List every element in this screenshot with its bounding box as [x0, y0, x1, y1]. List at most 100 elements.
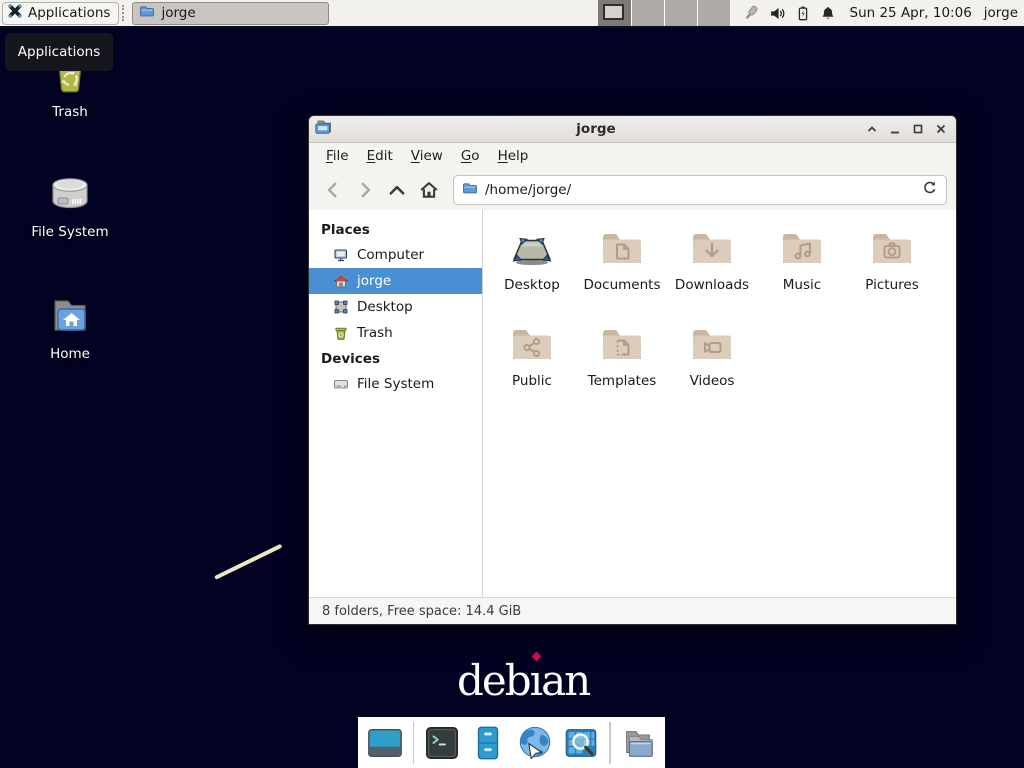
file-icon-view[interactable]: Desktop Documents	[483, 210, 956, 597]
desktop-icon-label: Home	[22, 346, 118, 362]
folder-label: Desktop	[487, 277, 577, 293]
taskbar-window-button[interactable]: jorge	[132, 2, 329, 25]
dock-separator	[413, 722, 415, 764]
desktop-icon-label: Trash	[22, 104, 118, 120]
pictures-folder-icon	[868, 224, 916, 272]
wallpaper-line-artifact	[214, 544, 282, 580]
panel-handle[interactable]	[122, 5, 126, 21]
close-button[interactable]	[929, 116, 952, 142]
desktop-icon-home[interactable]: Home	[22, 292, 118, 362]
show-desktop-button[interactable]	[366, 723, 405, 763]
xfce-logo-icon	[7, 3, 23, 23]
application-finder-launcher[interactable]	[562, 723, 601, 763]
maximize-button[interactable]	[906, 116, 929, 142]
folder-label: Pictures	[847, 277, 937, 293]
menu-file[interactable]: File	[317, 143, 358, 169]
web-browser-launcher[interactable]	[516, 723, 555, 763]
public-folder-icon	[508, 320, 556, 368]
folders-icon	[619, 724, 657, 762]
workspace-1[interactable]	[598, 0, 631, 26]
folder-item-music[interactable]: Music	[757, 224, 847, 320]
folder-item-pictures[interactable]: Pictures	[847, 224, 937, 320]
menu-help[interactable]: Help	[489, 143, 538, 169]
notification-bell-icon[interactable]	[820, 5, 836, 22]
applications-tooltip: Applications	[5, 33, 113, 71]
top-panel: Applications jorge	[0, 0, 1024, 28]
taskbar-window-label: jorge	[161, 5, 195, 21]
panel-user-label[interactable]: jorge	[984, 5, 1018, 21]
sidebar-header-devices: Devices	[309, 346, 482, 371]
sidebar-item-desktop[interactable]: Desktop	[309, 294, 482, 320]
workspace-2[interactable]	[631, 0, 664, 26]
sidebar-item-label: Trash	[357, 325, 393, 341]
titlebar[interactable]: jorge	[309, 116, 956, 143]
folder-label: Videos	[667, 373, 757, 389]
terminal-launcher[interactable]	[422, 723, 461, 763]
workspace-window-preview	[603, 4, 624, 20]
workspace-switcher[interactable]	[598, 0, 730, 26]
templates-folder-icon	[598, 320, 646, 368]
workspace-4[interactable]	[697, 0, 730, 26]
menu-edit[interactable]: Edit	[358, 143, 402, 169]
sidebar-item-jorge[interactable]: jorge	[309, 268, 482, 294]
workspace-3[interactable]	[664, 0, 697, 26]
folder-label: Downloads	[667, 277, 757, 293]
sidebar-item-label: Computer	[357, 247, 424, 263]
minimize-button[interactable]	[883, 116, 906, 142]
sidebar-item-trash[interactable]: Trash	[309, 320, 482, 346]
folder-item-public[interactable]: Public	[487, 320, 577, 416]
applications-menu-button[interactable]: Applications	[2, 2, 119, 25]
home-button[interactable]	[414, 175, 443, 204]
dock-panel	[358, 717, 665, 768]
applications-menu-label: Applications	[28, 5, 110, 21]
sidebar: Places Computer	[309, 210, 483, 597]
sidebar-item-label: Desktop	[357, 299, 413, 315]
videos-folder-icon	[688, 320, 736, 368]
folder-item-templates[interactable]: Templates	[577, 320, 667, 416]
toolbar: /home/jorge/	[309, 169, 956, 210]
folder-item-desktop[interactable]: Desktop	[487, 224, 577, 320]
battery-charging-icon[interactable]	[795, 5, 811, 22]
folder-icon	[139, 3, 155, 23]
folder-item-videos[interactable]: Videos	[667, 320, 757, 416]
panel-clock[interactable]: Sun 25 Apr, 10:06	[850, 5, 972, 21]
desktop-icon-filesystem[interactable]: File System	[22, 170, 118, 240]
sidebar-item-computer[interactable]: Computer	[309, 242, 482, 268]
reload-button[interactable]	[922, 180, 938, 200]
shade-button[interactable]	[860, 116, 883, 142]
up-button[interactable]	[382, 175, 411, 204]
back-button[interactable]	[318, 175, 347, 204]
menu-view[interactable]: View	[402, 143, 452, 169]
file-manager-launcher[interactable]	[469, 723, 508, 763]
folder-item-downloads[interactable]: Downloads	[667, 224, 757, 320]
window-icon	[314, 118, 332, 140]
folder-item-documents[interactable]: Documents	[577, 224, 667, 320]
downloads-folder-icon	[688, 224, 736, 272]
folder-label: Music	[757, 277, 847, 293]
folder-icon	[462, 180, 478, 200]
directory-menu-button[interactable]	[619, 723, 658, 763]
documents-folder-icon	[598, 224, 646, 272]
desktop-folder-icon	[508, 224, 556, 272]
trash-icon	[333, 325, 349, 341]
sidebar-item-label: jorge	[357, 273, 391, 289]
path-text[interactable]: /home/jorge/	[485, 182, 915, 198]
harddisk-icon	[46, 170, 94, 218]
music-folder-icon	[778, 224, 826, 272]
logo-text: ı	[530, 656, 541, 705]
menu-go[interactable]: Go	[452, 143, 489, 169]
dock-separator	[609, 722, 611, 764]
sidebar-header-places: Places	[309, 217, 482, 242]
forward-button[interactable]	[350, 175, 379, 204]
volume-icon[interactable]	[769, 5, 786, 22]
removable-device-icon[interactable]	[742, 4, 760, 22]
home-folder-icon	[46, 292, 94, 340]
path-entry[interactable]: /home/jorge/	[453, 175, 947, 205]
globe-browser-icon	[516, 724, 554, 762]
sidebar-item-filesystem[interactable]: File System	[309, 371, 482, 397]
terminal-icon	[423, 724, 461, 762]
folder-label: Public	[487, 373, 577, 389]
system-tray	[730, 4, 846, 22]
statusbar: 8 folders, Free space: 14.4 GiB	[309, 597, 956, 624]
computer-icon	[333, 247, 349, 263]
